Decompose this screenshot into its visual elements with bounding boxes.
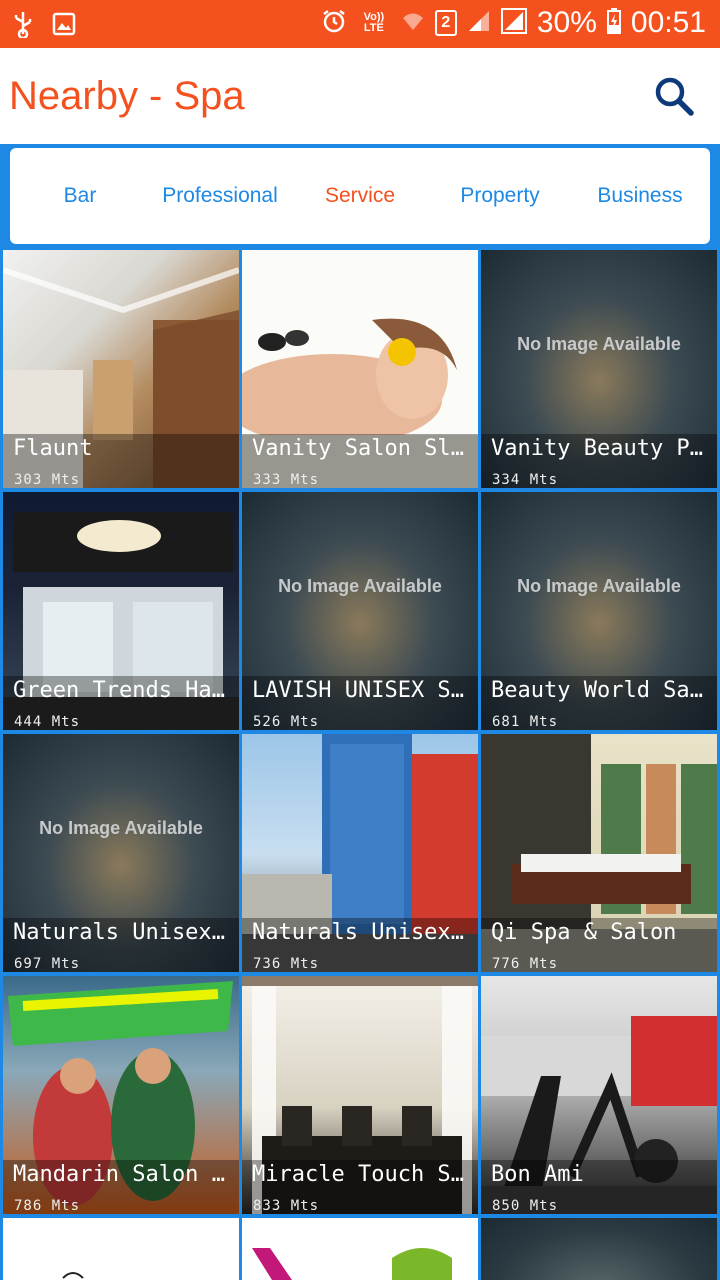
- no-image-text: No Image Available: [278, 576, 442, 596]
- place-image: [3, 1218, 239, 1280]
- place-distance: 736 Mts: [253, 956, 320, 972]
- place-tile[interactable]: Miracle Touch Sa… 833 Mts: [242, 976, 478, 1214]
- place-distance: 303 Mts: [14, 472, 81, 488]
- clock: 00:51: [630, 6, 706, 39]
- no-image-text: No Image Available: [517, 576, 681, 596]
- place-distance: 776 Mts: [492, 956, 559, 972]
- signal-icon-2: [500, 8, 527, 38]
- tab-service[interactable]: Service: [290, 148, 430, 244]
- place-tile[interactable]: Vanity Salon Sli… 333 Mts: [242, 250, 478, 488]
- place-distance: 526 Mts: [253, 714, 320, 730]
- place-distance: 333 Mts: [253, 472, 320, 488]
- place-tile[interactable]: Qi Spa & Salon 776 Mts: [481, 734, 717, 972]
- place-name: Vanity Beauty Pa…: [491, 436, 711, 461]
- place-distance: 786 Mts: [14, 1198, 81, 1214]
- place-name: Naturals Unisex …: [252, 920, 472, 945]
- no-image-text: No Image Available: [39, 818, 203, 838]
- place-tile[interactable]: [3, 1218, 239, 1280]
- place-distance: 850 Mts: [492, 1198, 559, 1214]
- usb-icon: [12, 10, 34, 42]
- place-name: LAVISH UNISEX SP…: [252, 678, 472, 703]
- place-distance: 833 Mts: [253, 1198, 320, 1214]
- place-tile[interactable]: No Image Available Vanity Beauty Pa… 334…: [481, 250, 717, 488]
- place-tile[interactable]: [242, 1218, 478, 1280]
- place-name: Qi Spa & Salon: [491, 920, 677, 945]
- place-name: Miracle Touch Sa…: [252, 1162, 472, 1187]
- tab-business[interactable]: Business: [570, 148, 710, 244]
- no-image-text: No Image Available: [517, 334, 681, 354]
- page-title: Nearby - Spa: [9, 74, 245, 118]
- wifi-icon: [401, 9, 425, 37]
- places-grid: Flaunt 303 Mts Vanity Salon Sli… 333 Mts…: [0, 248, 720, 1280]
- place-tile[interactable]: Green Trends Hai… 444 Mts: [3, 492, 239, 730]
- status-bar: Vo)) LTE 2 30% 00:51: [0, 0, 720, 48]
- place-name: Green Trends Hai…: [13, 678, 233, 703]
- signal-icon: [467, 9, 491, 37]
- sim-indicator: 2: [434, 10, 457, 36]
- search-icon: [655, 77, 694, 116]
- place-distance: 697 Mts: [14, 956, 81, 972]
- place-tile[interactable]: No Image Available Beauty World Sal… 681…: [481, 492, 717, 730]
- place-tile[interactable]: Mandarin Salon &… 786 Mts: [3, 976, 239, 1214]
- image-icon: [52, 12, 76, 40]
- category-tabs: Bar Professional Service Property Busine…: [10, 148, 710, 244]
- place-name: Beauty World Sal…: [491, 678, 711, 703]
- place-tile[interactable]: Flaunt 303 Mts: [3, 250, 239, 488]
- no-image-placeholder: [481, 1218, 717, 1280]
- battery-icon: [606, 8, 621, 38]
- place-image: [242, 1218, 478, 1280]
- place-distance: 681 Mts: [492, 714, 559, 730]
- place-name: Bon Ami: [491, 1162, 584, 1187]
- place-tile[interactable]: No Image Available Naturals Unisex … 697…: [3, 734, 239, 972]
- tab-bar[interactable]: Bar: [10, 148, 150, 244]
- place-name: Vanity Salon Sli…: [252, 436, 472, 461]
- app-bar: Nearby - Spa: [0, 48, 720, 144]
- alarm-icon: [321, 8, 347, 38]
- place-name: Mandarin Salon &…: [13, 1162, 233, 1187]
- tab-professional[interactable]: Professional: [150, 148, 290, 244]
- place-tile[interactable]: Naturals Unisex … 736 Mts: [242, 734, 478, 972]
- network-label: Vo)) LTE: [363, 11, 385, 34]
- place-tile[interactable]: [481, 1218, 717, 1280]
- place-tile[interactable]: No Image Available LAVISH UNISEX SP… 526…: [242, 492, 478, 730]
- battery-percent: 30%: [536, 6, 597, 39]
- tab-property[interactable]: Property: [430, 148, 570, 244]
- place-distance: 334 Mts: [492, 472, 559, 488]
- search-button[interactable]: [650, 72, 698, 120]
- place-name: Naturals Unisex …: [13, 920, 233, 945]
- place-name: Flaunt: [13, 436, 93, 461]
- place-tile[interactable]: Bon Ami 850 Mts: [481, 976, 717, 1214]
- place-distance: 444 Mts: [14, 714, 81, 730]
